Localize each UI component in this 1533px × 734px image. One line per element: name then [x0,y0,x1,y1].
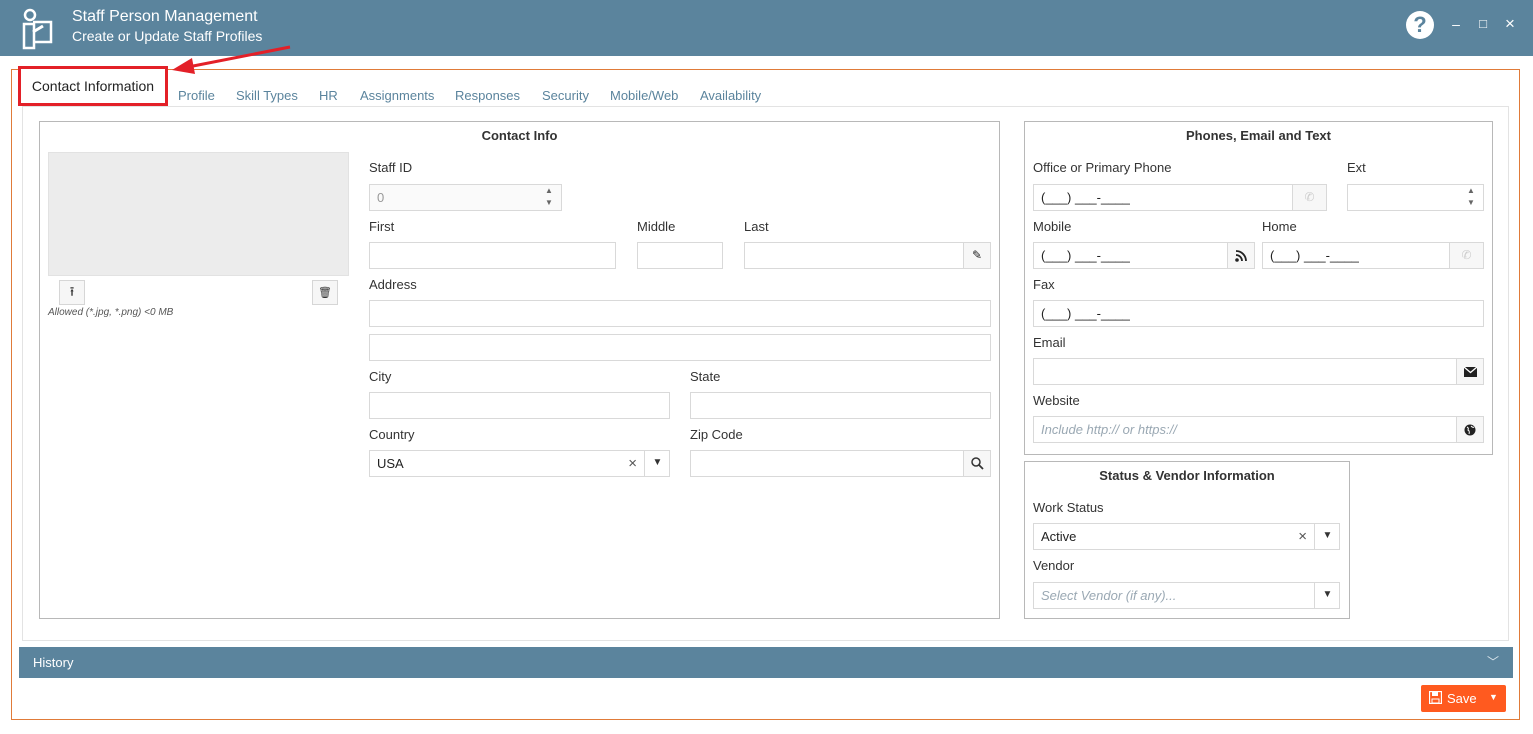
staff-id-value: 0 [377,190,385,205]
upload-photo-button[interactable]: ⭱ [59,280,85,305]
app-title: Staff Person Management [72,8,258,25]
work-status-label: Work Status [1033,500,1104,515]
vendor-label: Vendor [1033,558,1075,573]
country-select[interactable]: USA × ▼ [369,450,670,477]
section-title: Status & Vendor Information [1099,468,1275,483]
tab-mobile-web[interactable]: Mobile/Web [610,88,678,103]
history-panel-header[interactable]: History ﹀ [19,647,1513,678]
ext-label: Ext [1347,160,1366,175]
office-phone-label: Office or Primary Phone [1033,160,1172,175]
staff-id-field[interactable]: 0 ▲ ▼ [369,184,562,211]
tab-availability[interactable]: Availability [700,88,761,103]
search-icon[interactable] [963,451,990,476]
upload-icon: ⭱ [69,284,75,299]
tab-contact-information[interactable]: Contact Information [18,66,168,106]
country-label: Country [369,427,415,442]
vendor-placeholder: Select Vendor (if any)... [1041,588,1177,603]
help-icon[interactable]: ? [1406,11,1434,39]
fax-value: (___) ___-____ [1041,306,1130,321]
tab-skill-types[interactable]: Skill Types [236,88,298,103]
phone-icon[interactable]: ✆ [1292,185,1326,210]
last-name-label: Last [744,219,769,234]
last-name-field[interactable]: ✎ [744,242,991,269]
sms-feed-icon[interactable] [1227,243,1254,268]
mobile-label: Mobile [1033,219,1072,234]
work-status-select[interactable]: Active × ▼ [1033,523,1340,550]
website-field[interactable]: Include http:// or https:// [1033,416,1484,443]
pencil-icon[interactable]: ✎ [963,243,990,268]
middle-name-field[interactable] [637,242,723,269]
tab-hr[interactable]: HR [319,88,338,103]
clear-icon[interactable]: × [628,451,637,476]
ext-stepper[interactable]: ▲ ▼ [1459,185,1483,210]
first-name-label: First [369,219,395,234]
address-label: Address [369,277,417,292]
section-title: Phones, Email and Text [1186,128,1331,143]
address-line2-field[interactable] [369,334,991,361]
fax-label: Fax [1033,277,1055,292]
maximize-icon[interactable]: □ [1475,14,1491,34]
clear-icon[interactable]: × [1298,524,1307,549]
trash-icon: 🗑 [318,287,332,299]
chevron-down-icon[interactable]: ▼ [644,451,669,476]
close-icon[interactable]: × [1502,14,1518,34]
email-field[interactable] [1033,358,1484,385]
photo-placeholder[interactable] [48,152,349,276]
middle-name-label: Middle [637,219,676,234]
state-field[interactable] [690,392,991,419]
phone-icon[interactable]: ✆ [1449,243,1483,268]
photo-hint: Allowed (*.jpg, *.png) <0 MB [48,307,174,318]
vendor-select[interactable]: Select Vendor (if any)... ▼ [1033,582,1340,609]
office-phone-field[interactable]: (___) ___-____ ✆ [1033,184,1327,211]
ext-field[interactable]: ▲ ▼ [1347,184,1484,211]
website-label: Website [1033,393,1080,408]
tab-profile[interactable]: Profile [178,88,215,103]
history-label: History [33,655,74,670]
home-phone-value: (___) ___-____ [1270,248,1359,263]
section-title: Contact Info [481,128,558,143]
staff-id-stepper[interactable]: ▲ ▼ [537,185,561,210]
globe-icon[interactable] [1456,417,1483,442]
home-phone-field[interactable]: (___) ___-____ ✆ [1262,242,1484,269]
home-label: Home [1262,219,1297,234]
tab-assignments[interactable]: Assignments [360,88,434,103]
chevron-down-icon[interactable]: ▼ [1314,583,1339,608]
city-label: City [369,369,392,384]
zip-code-label: Zip Code [690,427,743,442]
chevron-down-icon[interactable]: ﹀ [1487,653,1499,670]
zip-code-field[interactable] [690,450,991,477]
chevron-down-icon[interactable]: ▼ [1314,524,1339,549]
email-label: Email [1033,335,1066,350]
minimize-icon[interactable]: – [1448,14,1464,34]
mobile-phone-value: (___) ___-____ [1041,248,1130,263]
state-label: State [690,369,721,384]
envelope-icon[interactable] [1456,359,1483,384]
save-label: Save [1447,691,1477,706]
delete-photo-button[interactable]: 🗑 [312,280,338,305]
staff-person-icon [22,8,53,50]
mobile-phone-field[interactable]: (___) ___-____ [1033,242,1255,269]
country-value: USA [377,456,404,471]
address-line1-field[interactable] [369,300,991,327]
city-field[interactable] [369,392,670,419]
tab-security[interactable]: Security [542,88,589,103]
chevron-down-icon[interactable]: ▼ [1489,692,1498,702]
fax-field[interactable]: (___) ___-____ [1033,300,1484,327]
save-button[interactable]: Save ▼ [1421,685,1506,712]
tab-responses[interactable]: Responses [455,88,520,103]
staff-id-label: Staff ID [369,160,413,175]
office-phone-value: (___) ___-____ [1041,190,1130,205]
annotation-arrow [172,45,291,74]
first-name-field[interactable] [369,242,616,269]
floppy-disk-icon [1429,691,1442,704]
website-placeholder: Include http:// or https:// [1041,422,1177,437]
work-status-value: Active [1041,529,1077,544]
